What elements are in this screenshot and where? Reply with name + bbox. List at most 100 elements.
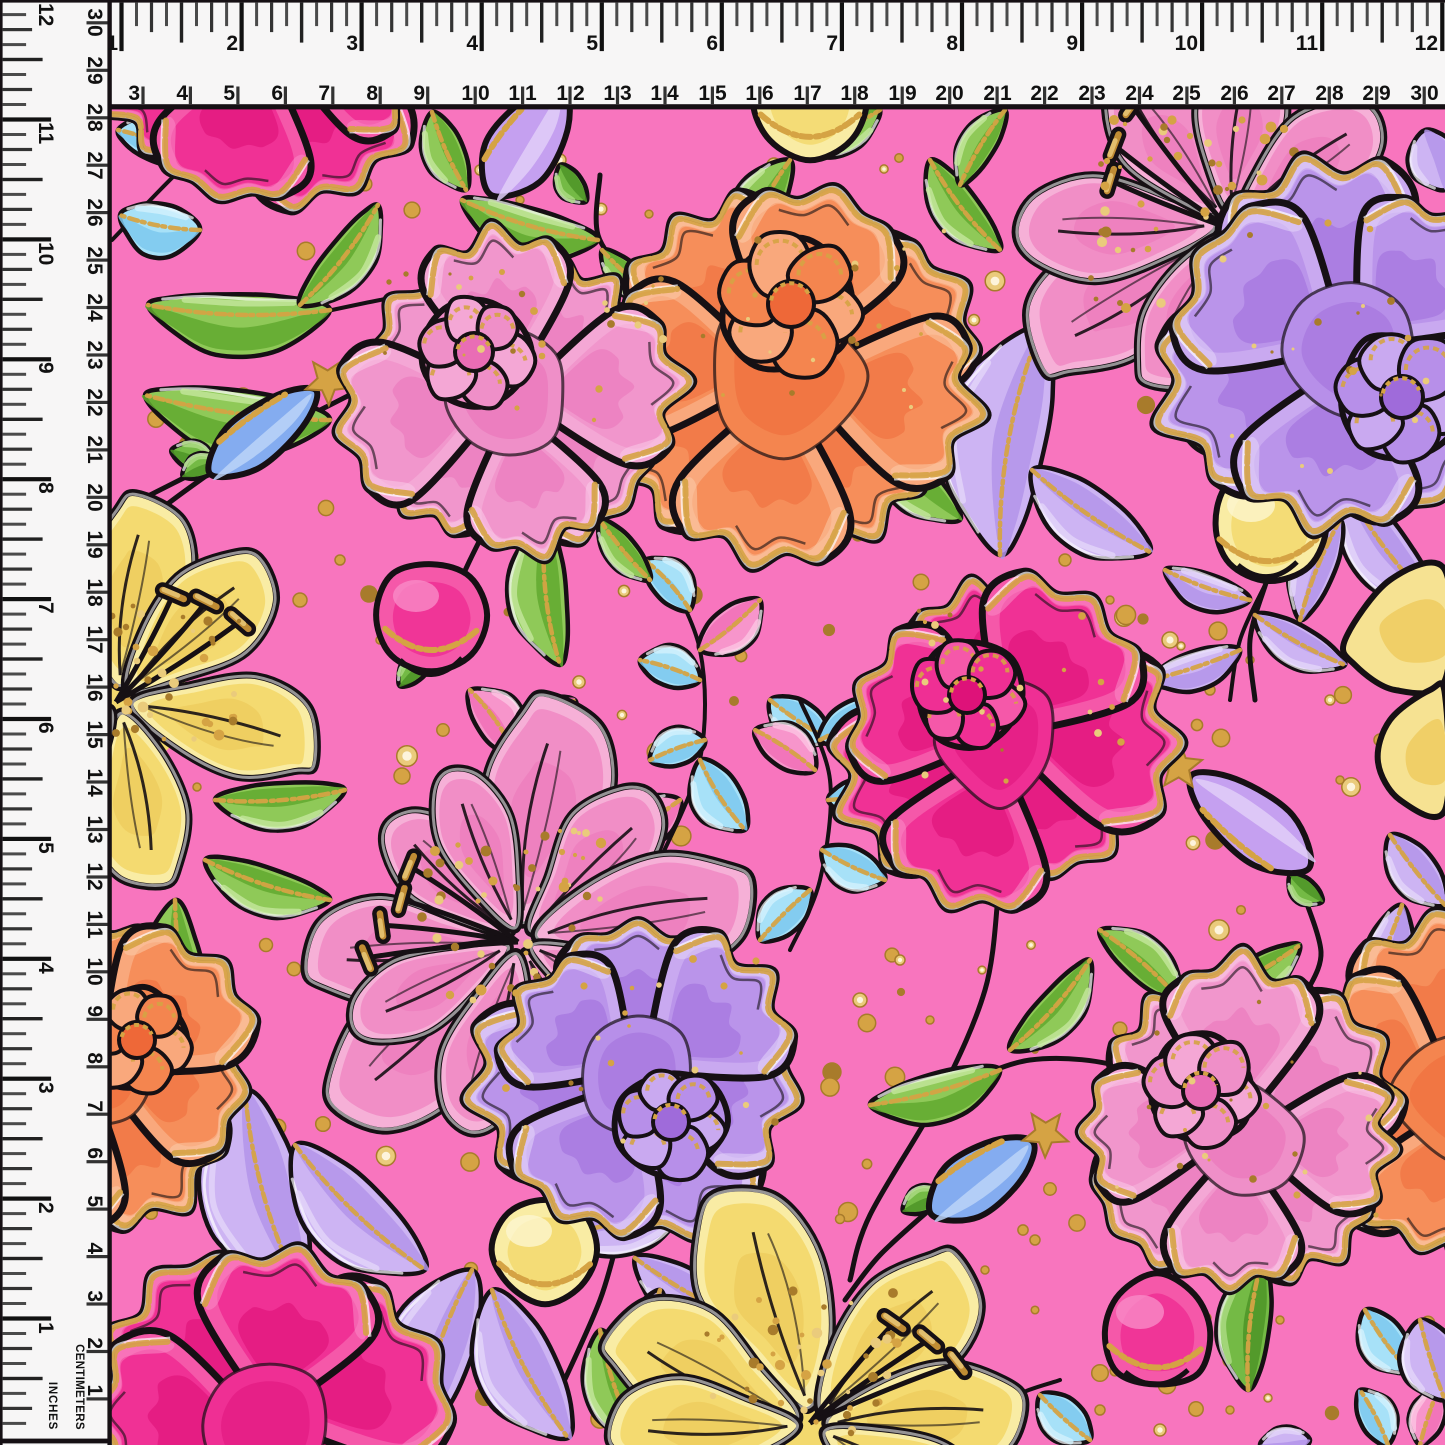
svg-text:7: 7 (34, 602, 57, 614)
svg-text:9: 9 (1379, 82, 1391, 105)
svg-text:3: 3 (128, 82, 140, 105)
svg-text:9: 9 (905, 82, 917, 105)
svg-text:1: 1 (1000, 82, 1012, 105)
svg-text:1: 1 (603, 82, 615, 105)
svg-text:6: 6 (706, 32, 718, 55)
svg-text:7: 7 (318, 82, 330, 105)
svg-text:4: 4 (1142, 82, 1154, 105)
svg-text:2: 2 (83, 103, 106, 115)
svg-text:6: 6 (34, 722, 57, 734)
svg-text:3: 3 (34, 1082, 57, 1094)
svg-text:0: 0 (83, 25, 106, 37)
svg-text:7: 7 (1284, 82, 1296, 105)
svg-text:4: 4 (34, 962, 57, 974)
svg-text:1: 1 (793, 82, 805, 105)
svg-text:1: 1 (83, 957, 106, 969)
svg-text:5: 5 (586, 32, 598, 55)
svg-text:2: 2 (83, 405, 106, 417)
svg-text:3: 3 (346, 32, 358, 55)
svg-text:3: 3 (620, 82, 632, 105)
svg-text:1: 1 (83, 720, 106, 732)
svg-text:2: 2 (1172, 82, 1184, 105)
svg-text:2: 2 (1220, 82, 1232, 105)
svg-text:2: 2 (573, 82, 585, 105)
svg-text:9: 9 (34, 362, 57, 374)
svg-text:0: 0 (952, 82, 964, 105)
svg-text:1: 1 (83, 1384, 106, 1396)
svg-text:9: 9 (83, 1005, 106, 1017)
svg-text:4: 4 (83, 1242, 106, 1254)
svg-text:2: 2 (1125, 82, 1137, 105)
svg-text:6: 6 (83, 215, 106, 227)
svg-text:2: 2 (83, 56, 106, 68)
svg-text:3: 3 (83, 1290, 106, 1302)
svg-text:1: 1 (83, 910, 106, 922)
svg-text:3: 3 (1094, 82, 1106, 105)
svg-text:11: 11 (1296, 32, 1319, 55)
svg-text:2: 2 (83, 879, 106, 891)
svg-text:2: 2 (83, 340, 106, 352)
svg-text:2: 2 (1267, 82, 1279, 105)
svg-text:4: 4 (466, 32, 478, 55)
svg-text:2: 2 (83, 1337, 106, 1349)
svg-text:12: 12 (34, 3, 57, 26)
svg-text:INCHES: INCHES (46, 1382, 58, 1430)
svg-text:2: 2 (83, 151, 106, 163)
svg-text:6: 6 (271, 82, 283, 105)
svg-text:1: 1 (106, 32, 118, 55)
svg-text:4: 4 (176, 82, 188, 105)
svg-text:1: 1 (745, 82, 757, 105)
svg-text:6: 6 (83, 1147, 106, 1159)
svg-text:7: 7 (83, 1100, 106, 1112)
svg-text:5: 5 (83, 263, 106, 275)
svg-text:7: 7 (810, 82, 822, 105)
svg-text:2: 2 (1030, 82, 1042, 105)
svg-text:1: 1 (34, 1322, 57, 1334)
svg-text:1: 1 (83, 768, 106, 780)
svg-text:0: 0 (1427, 82, 1439, 105)
svg-text:5: 5 (715, 82, 727, 105)
svg-text:1: 1 (461, 82, 473, 105)
svg-text:1: 1 (840, 82, 852, 105)
svg-text:7: 7 (826, 32, 838, 55)
svg-text:7: 7 (83, 168, 106, 180)
svg-text:1: 1 (83, 578, 106, 590)
svg-text:5: 5 (1189, 82, 1201, 105)
svg-text:8: 8 (946, 32, 958, 55)
svg-text:2: 2 (1047, 82, 1059, 105)
svg-text:2: 2 (935, 82, 947, 105)
svg-text:1: 1 (698, 82, 710, 105)
svg-text:1: 1 (83, 625, 106, 637)
svg-text:5: 5 (83, 737, 106, 749)
svg-text:4: 4 (83, 310, 106, 322)
svg-text:2: 2 (1315, 82, 1327, 105)
svg-text:10: 10 (1175, 32, 1198, 55)
svg-text:12: 12 (1415, 32, 1438, 55)
svg-text:0: 0 (83, 974, 106, 986)
svg-text:2: 2 (83, 483, 106, 495)
svg-text:2: 2 (1362, 82, 1374, 105)
svg-text:2: 2 (226, 32, 238, 55)
svg-text:2: 2 (83, 198, 106, 210)
svg-text:1: 1 (83, 862, 106, 874)
svg-text:1: 1 (83, 673, 106, 685)
svg-text:3: 3 (83, 832, 106, 844)
svg-text:1: 1 (83, 530, 106, 542)
svg-text:1: 1 (525, 82, 537, 105)
svg-text:3: 3 (83, 8, 106, 20)
svg-text:2: 2 (34, 1202, 57, 1214)
svg-text:8: 8 (83, 120, 106, 132)
svg-text:2: 2 (83, 388, 106, 400)
svg-text:6: 6 (83, 690, 106, 702)
svg-text:9: 9 (413, 82, 425, 105)
svg-text:8: 8 (1332, 82, 1344, 105)
svg-text:1: 1 (556, 82, 568, 105)
svg-text:1: 1 (508, 82, 520, 105)
svg-text:2: 2 (983, 82, 995, 105)
svg-text:8: 8 (857, 82, 869, 105)
svg-text:1: 1 (83, 927, 106, 939)
svg-text:3: 3 (83, 358, 106, 370)
svg-text:9: 9 (1066, 32, 1078, 55)
svg-text:11: 11 (34, 122, 57, 145)
svg-text:9: 9 (83, 73, 106, 85)
